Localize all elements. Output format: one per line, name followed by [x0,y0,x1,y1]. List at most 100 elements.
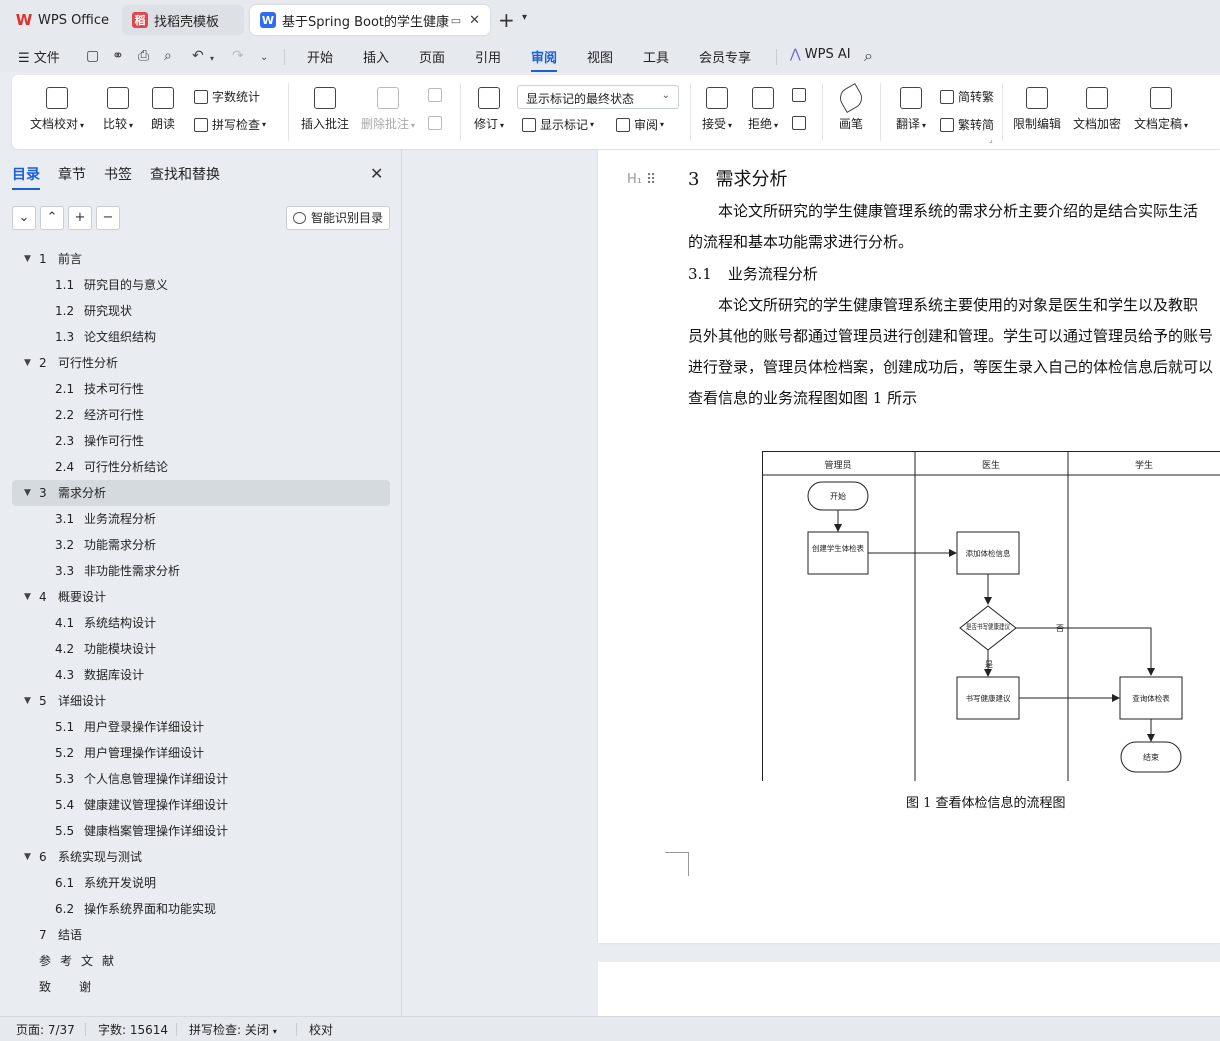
encrypt-button[interactable]: 文档加密 [1072,87,1122,132]
toc-item[interactable]: 3.3 非功能性需求分析 [12,558,390,584]
spell-check-status[interactable]: 拼写检查: 关闭 ▾ [189,1021,277,1038]
menu-member[interactable]: 会员专享 [699,47,751,66]
to-simplified-button[interactable]: 繁转简 [940,116,994,133]
menu-tools[interactable]: 工具 [643,47,669,66]
remove-heading-button[interactable]: − [96,206,120,230]
expand-toggle-icon[interactable]: ▼ [24,480,31,506]
close-icon[interactable]: ✕ [469,13,480,28]
save-icon[interactable]: ▢ [86,48,99,64]
toc-item[interactable]: 致谢 [12,974,390,1000]
show-markup-button[interactable]: 显示标记 ▾ [522,116,594,133]
tab-template[interactable]: 稻 找稻壳模板 [122,5,244,35]
read-aloud-button[interactable]: 朗读 [148,87,178,132]
compare-button[interactable]: 比较 ▾ [96,87,140,132]
accept-button[interactable]: 接受 ▾ [698,87,736,132]
toc-item[interactable]: 1.1 研究目的与意义 [12,272,390,298]
toc-item[interactable]: 4.2 功能模块设计 [12,636,390,662]
expand-toggle-icon[interactable]: ▼ [24,246,31,272]
review-pane-button[interactable]: 审阅 ▾ [616,116,664,133]
toc-item[interactable]: ▼ 3 需求分析 [12,480,390,506]
insert-comment-button[interactable]: 插入批注 [300,87,350,132]
expand-toggle-icon[interactable]: ▼ [24,844,31,870]
finalize-button[interactable]: 文档定稿 ▾ [1132,87,1190,132]
add-heading-button[interactable]: + [68,206,92,230]
restrict-edit-button[interactable]: 限制编辑 [1012,87,1062,132]
toc-item[interactable]: 3.2 功能需求分析 [12,532,390,558]
toc-item[interactable]: 5.2 用户管理操作详细设计 [12,740,390,766]
chevron-down-icon[interactable]: ▾ [210,54,214,63]
tab-toc[interactable]: 目录 [12,164,40,190]
toc-item[interactable]: ▼ 5 详细设计 [12,688,390,714]
spell-check-button[interactable]: 拼写检查 ▾ [194,116,266,133]
expand-all-button[interactable]: ⌄ [12,206,36,230]
flowchart-figure[interactable]: 管理员 医生 学生 开始 创建学生体检表 添加体检信息 是否书写健康建议 否 是 [762,451,1220,781]
toc-item[interactable]: 2.3 操作可行性 [12,428,390,454]
next-change-button[interactable] [792,116,810,130]
document-page[interactable]: H₁ ⠿ 3 需求分析 本论文所研究的学生健康管理系统的需求分析主要介绍的是结合实… [598,150,1220,943]
proofread-status[interactable]: 校对 [309,1021,333,1038]
toc-item[interactable]: 5.5 健康档案管理操作详细设计 [12,818,390,844]
toc-item[interactable]: 7 结语 [12,922,390,948]
toc-item[interactable]: 1.3 论文组织结构 [12,324,390,350]
toc-item[interactable]: ▼ 1 前言 [12,246,390,272]
close-icon[interactable]: ✕ [370,164,383,183]
tab-find-replace[interactable]: 查找和替换 [150,164,220,184]
chevron-down-icon[interactable]: ⌄ [260,52,268,63]
undo-icon[interactable]: ↶ [192,48,204,64]
tab-wps-office[interactable]: W WPS Office [6,5,116,35]
dialog-launcher-icon[interactable]: ⌟ [989,135,993,144]
new-tab-icon[interactable]: + [498,8,515,32]
smart-toc-button[interactable]: 智能识别目录 [286,206,390,230]
heading-marker-icon[interactable]: H₁ [627,172,642,187]
page-indicator[interactable]: 页面: 7/37 [16,1021,75,1038]
pen-button[interactable]: 画笔 [835,82,867,132]
drag-handle-icon[interactable]: ⠿ [646,172,656,188]
toc-item[interactable]: 4.3 数据库设计 [12,662,390,688]
toc-item[interactable]: 5.4 健康建议管理操作详细设计 [12,792,390,818]
translate-button[interactable]: 翻译 ▾ [892,87,930,132]
file-menu[interactable]: ☰ 文件 [18,47,60,66]
markup-state-select[interactable]: 显示标记的最终状态 ⌄ [517,85,679,109]
menu-reference[interactable]: 引用 [475,47,501,66]
toc-item[interactable]: 4.1 系统结构设计 [12,610,390,636]
share-icon[interactable]: ⚭ [112,48,124,64]
print-icon[interactable]: ⎙ [138,48,149,64]
menu-view[interactable]: 视图 [587,47,613,66]
menu-review[interactable]: 审阅 [531,47,558,72]
monitor-icon[interactable]: ▭ [451,14,461,27]
to-traditional-button[interactable]: 简转繁 [940,88,994,105]
tab-bookmarks[interactable]: 书签 [104,164,132,184]
toc-item[interactable]: 3.1 业务流程分析 [12,506,390,532]
toc-item[interactable]: 2.4 可行性分析结论 [12,454,390,480]
menu-page[interactable]: 页面 [419,47,445,66]
expand-toggle-icon[interactable]: ▼ [24,584,31,610]
toc-item[interactable]: 6.1 系统开发说明 [12,870,390,896]
toc-item[interactable]: 2.2 经济可行性 [12,402,390,428]
toc-item[interactable]: 2.1 技术可行性 [12,376,390,402]
toc-item[interactable]: ▼ 4 概要设计 [12,584,390,610]
collapse-all-button[interactable]: ⌃ [40,206,64,230]
menu-start[interactable]: 开始 [307,47,333,66]
toc-item[interactable]: 参考文献 [12,948,390,974]
toc-item[interactable]: 5.3 个人信息管理操作详细设计 [12,766,390,792]
search-icon[interactable]: ⌕ [864,46,873,66]
word-count-button[interactable]: 字数统计 [194,88,260,105]
doc-proofread-button[interactable]: 文档校对 ▾ [28,87,86,132]
toc-item[interactable]: 5.1 用户登录操作详细设计 [12,714,390,740]
toc-item[interactable]: ▼ 2 可行性分析 [12,350,390,376]
expand-toggle-icon[interactable]: ▼ [24,350,31,376]
toc-item[interactable]: ▼ 6 系统实现与测试 [12,844,390,870]
expand-toggle-icon[interactable]: ▼ [24,688,31,714]
word-count-status[interactable]: 字数: 15614 [98,1021,168,1038]
prev-change-button[interactable] [792,88,810,102]
wps-ai-button[interactable]: ⋀ WPS AI [790,47,851,62]
print-preview-icon[interactable]: ⌕ [164,48,172,64]
menu-insert[interactable]: 插入 [363,47,389,66]
toc-item[interactable]: 6.2 操作系统界面和功能实现 [12,896,390,922]
tab-sections[interactable]: 章节 [58,164,86,184]
next-page[interactable] [598,962,1220,1016]
chevron-down-icon[interactable]: ▾ [522,12,527,23]
toc-item[interactable]: 1.2 研究现状 [12,298,390,324]
tab-document[interactable]: W 基于Spring Boot的学生健康管理系统 ▭ ✕ [250,5,490,35]
document-area[interactable]: H₁ ⠿ 3 需求分析 本论文所研究的学生健康管理系统的需求分析主要介绍的是结合实… [403,150,1220,1016]
